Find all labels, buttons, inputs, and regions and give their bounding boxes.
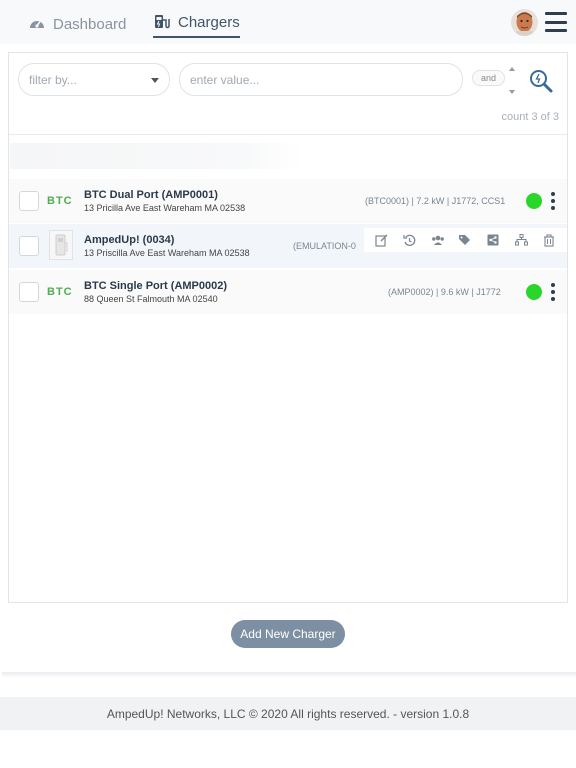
charger-address: 13 Priscilla Ave East Wareham MA 02538	[84, 248, 250, 258]
trash-icon[interactable]	[541, 232, 557, 248]
charger-name: BTC Single Port (AMP0002)	[84, 280, 228, 292]
add-new-charger-button[interactable]: Add New Charger	[231, 620, 345, 648]
status-indicator	[526, 193, 542, 209]
tab-dashboard[interactable]: Dashboard	[28, 10, 126, 38]
kebab-dot	[551, 206, 555, 210]
row-checkbox[interactable]	[19, 191, 39, 211]
charger-row[interactable]: BTC BTC Dual Port (AMP0001) 13 Pricilla …	[9, 179, 567, 223]
kebab-icon	[551, 192, 555, 196]
result-count: count 3 of 3	[501, 111, 560, 123]
top-navbar: Dashboard Chargers	[0, 0, 576, 44]
charger-thumbnail	[49, 230, 73, 260]
charger-name: AmpedUp! (0034)	[84, 234, 175, 246]
btc-logo: BTC	[47, 195, 73, 207]
hamburger-icon	[545, 12, 567, 15]
tab-chargers-label: Chargers	[178, 13, 240, 31]
kebab-dot	[551, 297, 555, 301]
network-icon[interactable]	[513, 232, 529, 248]
hamburger-line	[545, 20, 567, 24]
row-actions	[364, 228, 567, 252]
row-menu-button[interactable]	[550, 192, 556, 210]
tab-dashboard-label: Dashboard	[53, 15, 127, 33]
charger-address: 88 Queen St Falmouth MA 02540	[84, 294, 218, 304]
tab-chargers[interactable]: Chargers	[153, 10, 240, 38]
charger-details: (AMP0002) | 9.6 kW | J1772	[388, 287, 501, 297]
section-separator	[2, 672, 576, 678]
charger-name: BTC Dual Port (AMP0001)	[84, 189, 218, 201]
row-menu-button[interactable]	[550, 283, 556, 301]
hamburger-line	[545, 29, 567, 32]
logic-operator-toggle[interactable]: and	[472, 70, 505, 86]
user-avatar[interactable]	[511, 9, 538, 36]
charger-details: (EMULATION-0	[293, 241, 356, 251]
kebab-icon	[551, 283, 555, 287]
row-checkbox[interactable]	[19, 282, 39, 302]
edit-icon[interactable]	[374, 232, 390, 248]
footer: AmpedUp! Networks, LLC © 2020 All rights…	[0, 697, 576, 730]
gauge-icon	[28, 15, 46, 33]
divider	[9, 134, 567, 135]
charger-icon	[153, 13, 171, 31]
spin-up-icon[interactable]	[509, 67, 515, 71]
tags-icon[interactable]	[457, 232, 473, 248]
filter-by-select[interactable]: filter by...	[18, 63, 170, 96]
share-icon[interactable]	[485, 232, 501, 248]
loading-placeholder	[10, 143, 304, 169]
charger-address: 13 Pricilla Ave East Wareham MA 02538	[84, 203, 246, 213]
spin-down-icon[interactable]	[509, 90, 515, 94]
filter-value-input[interactable]	[179, 63, 463, 96]
charger-row[interactable]: AmpedUp! (0034) 13 Priscilla Ave East Wa…	[9, 224, 567, 268]
search-zoom-icon	[530, 70, 553, 93]
row-checkbox[interactable]	[19, 236, 39, 256]
hamburger-menu-button[interactable]	[545, 12, 567, 32]
btc-logo: BTC	[47, 286, 73, 298]
history-icon[interactable]	[402, 232, 418, 248]
kebab-dot	[551, 199, 555, 203]
users-icon[interactable]	[430, 232, 446, 248]
status-indicator	[526, 284, 542, 300]
footer-text: AmpedUp! Networks, LLC © 2020 All rights…	[106, 706, 470, 721]
charger-details: (BTC0001) | 7.2 kW | J1772, CCS1	[365, 196, 506, 206]
filter-by-placeholder: filter by...	[29, 73, 77, 87]
search-button[interactable]	[528, 68, 554, 94]
caret-down-icon	[151, 78, 159, 83]
kebab-dot	[551, 290, 555, 294]
charger-row[interactable]: BTC BTC Single Port (AMP0002) 88 Queen S…	[9, 270, 567, 314]
